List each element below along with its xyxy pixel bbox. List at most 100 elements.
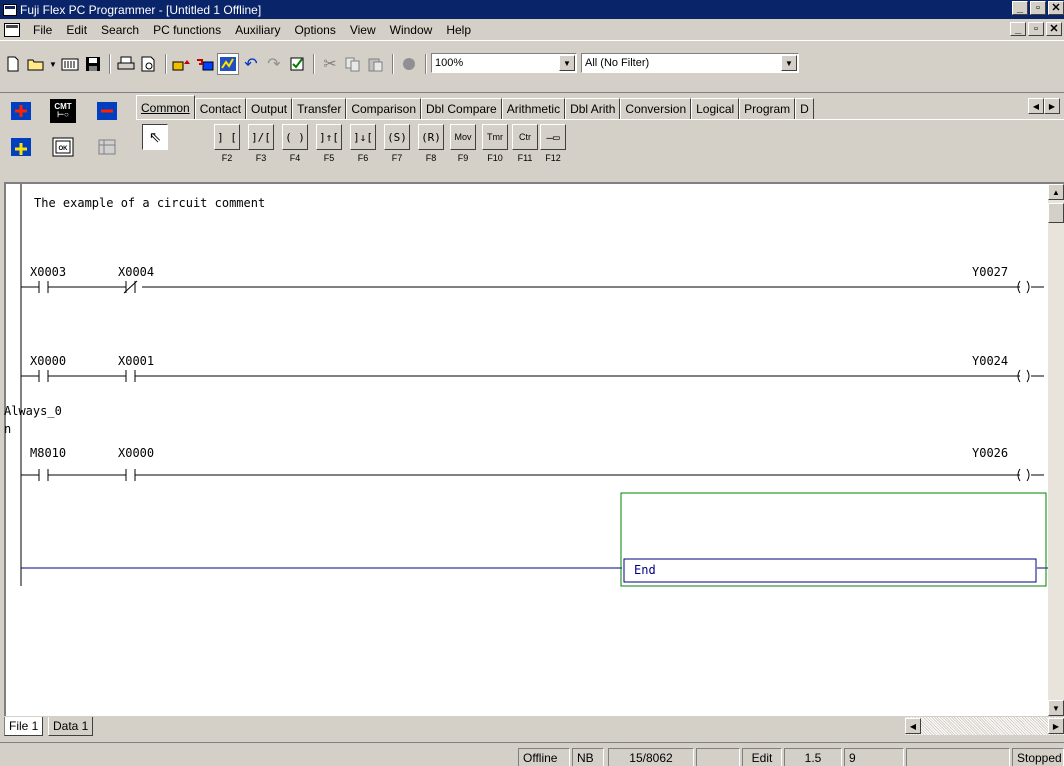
reset-coil-button[interactable]: (R) [418,124,444,150]
copy-icon[interactable] [342,53,364,75]
counter-button[interactable]: Ctr [512,124,538,150]
tab-more[interactable]: D [795,98,814,119]
contact-label: X0000 [30,354,67,368]
title-bar[interactable]: Fuji Flex PC Programmer - [Untitled 1 Of… [0,0,1064,19]
ladder-editor[interactable]: The example of a circuit comment X0003 X… [4,182,1064,716]
tab-dbl-arith[interactable]: Dbl Arith [565,98,621,119]
contact-label: M8010 [30,446,67,460]
app-icon[interactable] [3,3,17,16]
vertical-scrollbar[interactable]: ▲ ▼ [1048,184,1064,716]
mdi-minimize-button[interactable]: _ [1010,22,1026,36]
f8-key-label: F8 [425,153,437,163]
horizontal-scrollbar[interactable]: ◀ ▶ [905,717,1064,735]
f3-key-label: F3 [255,153,267,163]
book-icon[interactable] [59,53,81,75]
pointer-tool-icon[interactable]: ⇖ [142,124,168,150]
tab-comparison[interactable]: Comparison [346,98,422,119]
verify-icon[interactable] [286,53,308,75]
tab-program[interactable]: Program [739,98,796,119]
menu-help[interactable]: Help [439,23,478,37]
menu-view[interactable]: View [343,23,383,37]
rising-edge-button[interactable]: ]↑[ [316,124,342,150]
print-preview-icon[interactable] [138,53,160,75]
menu-window[interactable]: Window [383,23,440,37]
monitor-icon[interactable] [217,53,239,75]
document-icon[interactable] [4,22,20,37]
tab-scroll-right-icon[interactable]: ▶ [1044,98,1060,114]
delete-rung-icon[interactable] [94,99,120,123]
menu-file[interactable]: File [26,23,59,37]
end-instruction[interactable]: End [634,563,656,577]
maximize-button[interactable]: ▫ [1030,1,1046,15]
coil-button[interactable]: ( ) [282,124,308,150]
menu-options[interactable]: Options [287,23,342,37]
insert-rung-below-icon[interactable] [8,135,34,159]
close-button[interactable]: ✕ [1048,1,1064,15]
tab-file-1[interactable]: File 1 [4,717,44,736]
debug-icon[interactable] [398,53,420,75]
menu-auxiliary[interactable]: Auxiliary [228,23,287,37]
timer-button[interactable]: Tmr [482,124,508,150]
tab-dbl-compare[interactable]: Dbl Compare [421,98,502,119]
set-coil-button[interactable]: (S) [384,124,410,150]
upload-icon[interactable] [171,53,193,75]
tab-common[interactable]: Common [136,95,195,119]
zoom-select[interactable]: 100% ▼ [431,53,577,73]
tab-conversion[interactable]: Conversion [620,98,692,119]
tab-scroll-left-icon[interactable]: ◀ [1028,98,1044,114]
table-view-icon[interactable] [94,135,120,159]
ladder-diagram [20,184,1048,587]
file-tabs: File 1 Data 1 ◀ ▶ [0,716,1064,737]
download-icon[interactable] [194,53,216,75]
ld-ok-button[interactable]: OK [50,135,76,159]
window-title: Fuji Flex PC Programmer - [Untitled 1 Of… [20,2,262,17]
mdi-restore-button[interactable]: ▫ [1028,22,1044,36]
cut-icon[interactable]: ✂ [319,53,341,75]
status-bar: Offline NB 15/8062 Edit 1.5 9 Stopped [0,742,1064,766]
insert-rung-above-icon[interactable] [8,99,34,123]
minimize-button[interactable]: _ [1012,1,1028,15]
tab-contact[interactable]: Contact [194,98,247,119]
comment-button[interactable]: CMT ⊢○ [50,99,76,123]
paste-icon[interactable] [365,53,387,75]
status-steps: 15/8062 [608,748,694,766]
rung-label-continuation: n [4,422,12,436]
scroll-left-icon[interactable]: ◀ [905,718,921,734]
redo-icon[interactable]: ↷ [263,53,285,75]
instruction-palette: CMT ⊢○ OK Common Contact Output Transfer … [0,92,1064,180]
tab-data-1[interactable]: Data 1 [48,717,94,736]
falling-edge-button[interactable]: ]↓[ [350,124,376,150]
undo-icon[interactable]: ↶ [240,53,262,75]
menu-pc-functions[interactable]: PC functions [146,23,228,37]
tab-transfer[interactable]: Transfer [292,98,347,119]
scroll-right-icon[interactable]: ▶ [1048,718,1064,734]
contact-label: X0000 [118,446,155,460]
coil-label: Y0027 [972,265,1009,279]
new-file-icon[interactable] [2,53,24,75]
svg-text:OK: OK [59,146,69,152]
save-icon[interactable] [82,53,104,75]
scroll-down-icon[interactable]: ▼ [1048,700,1064,716]
chevron-down-icon[interactable]: ▼ [559,55,575,71]
mdi-close-button[interactable]: ✕ [1046,22,1062,36]
print-icon[interactable] [115,53,137,75]
tab-output[interactable]: Output [246,98,293,119]
common-instructions-panel: ⇖ ] [ F2 ]/[ F3 ( ) F4 ]↑[ F5 ]↓[ F6 (S)… [136,119,1064,177]
filter-select[interactable]: All (No Filter) ▼ [581,53,799,73]
f9-key-label: F9 [457,153,469,163]
menu-search[interactable]: Search [94,23,146,37]
function-block-button[interactable]: —▭ [540,124,566,150]
dropdown-arrow-icon[interactable]: ▼ [48,53,58,75]
tab-logical[interactable]: Logical [691,98,740,119]
nc-contact-button[interactable]: ]/[ [248,124,274,150]
status-blank [696,748,740,766]
no-contact-button[interactable]: ] [ [214,124,240,150]
mov-button[interactable]: Mov [450,124,476,150]
chevron-down-icon[interactable]: ▼ [781,55,797,71]
scroll-thumb[interactable] [1048,203,1064,223]
scroll-up-icon[interactable]: ▲ [1048,184,1064,200]
open-folder-icon[interactable] [25,53,47,75]
status-column: 9 [844,748,904,766]
menu-edit[interactable]: Edit [59,23,94,37]
tab-arithmetic[interactable]: Arithmetic [501,98,566,119]
